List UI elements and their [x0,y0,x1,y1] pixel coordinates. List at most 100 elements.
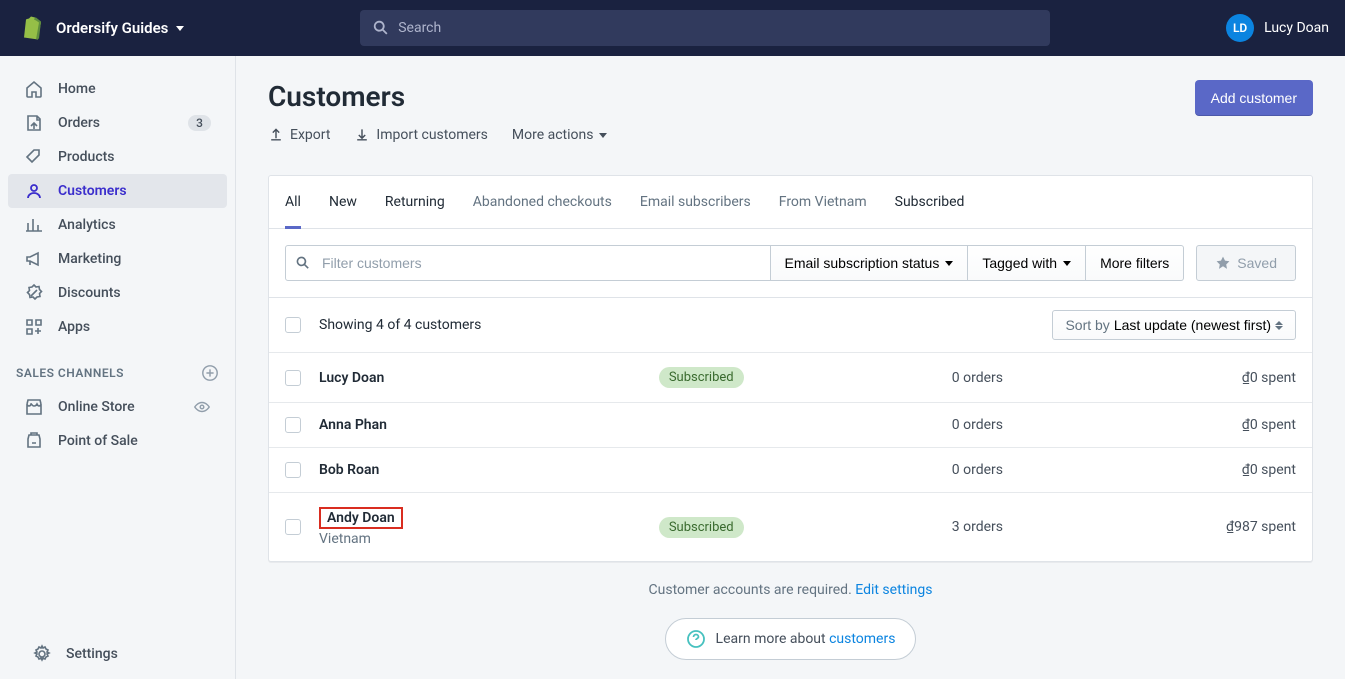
sidebar-item-discounts[interactable]: Discounts [8,276,227,310]
row-checkbox[interactable] [285,417,301,433]
sidebar-item-label: Home [58,81,96,97]
highlighted-name: Andy Doan [319,507,403,529]
store-icon [24,397,44,417]
subscribed-badge: Subscribed [659,517,744,538]
spent-amount: ₫987 spent [1084,519,1296,535]
sort-button[interactable]: Sort by Last update (newest first) [1052,310,1296,340]
search-placeholder: Search [398,20,441,36]
sidebar: Home Orders 3 Products Customers Analyti… [0,56,236,679]
sort-arrows-icon [1275,321,1283,330]
customer-location: Vietnam [319,531,659,547]
customer-row[interactable]: Bob Roan0 orders₫0 spent [269,447,1312,492]
tagged-filter[interactable]: Tagged with [968,245,1086,281]
sidebar-item-orders[interactable]: Orders 3 [8,106,227,140]
tab-abandoned[interactable]: Abandoned checkouts [473,176,612,228]
help-icon [686,629,706,649]
tab-email-subs[interactable]: Email subscribers [640,176,751,228]
orders-icon [24,113,44,133]
search-icon [372,19,390,37]
spent-amount: ₫0 spent [1084,370,1296,386]
search-icon [295,255,311,271]
more-actions-button[interactable]: More actions [512,127,608,143]
add-customer-button[interactable]: Add customer [1195,80,1313,116]
sidebar-item-analytics[interactable]: Analytics [8,208,227,242]
chevron-down-icon [176,26,184,31]
topbar: Ordersify Guides Search LD Lucy Doan [0,0,1345,56]
user-menu[interactable]: LD Lucy Doan [1226,14,1329,42]
tab-from-vietnam[interactable]: From Vietnam [779,176,867,228]
sidebar-item-pos[interactable]: Point of Sale [8,424,227,458]
customer-name[interactable]: Anna Phan [319,417,659,433]
showing-text: Showing 4 of 4 customers [319,317,481,333]
customer-name[interactable]: Lucy Doan [319,370,659,386]
customer-row[interactable]: Anna Phan0 orders₫0 spent [269,402,1312,447]
filter-customers-input[interactable] [285,245,771,281]
global-search[interactable]: Search [360,10,1050,46]
products-icon [24,147,44,167]
sidebar-item-label: Point of Sale [58,433,138,449]
import-icon [354,127,370,143]
customer-name[interactable]: Andy Doan [327,510,395,526]
add-channel-icon[interactable] [201,364,219,382]
footer-note: Customer accounts are required. Edit set… [268,562,1313,618]
sidebar-item-label: Customers [58,183,127,199]
customers-card: All New Returning Abandoned checkouts Em… [268,175,1313,562]
saved-button[interactable]: Saved [1196,245,1296,281]
customers-icon [24,181,44,201]
store-name-label: Ordersify Guides [56,19,168,37]
import-button[interactable]: Import customers [354,127,487,143]
customer-row[interactable]: Lucy DoanSubscribed 0 orders₫0 spent [269,352,1312,402]
user-name-label: Lucy Doan [1264,20,1329,36]
row-checkbox[interactable] [285,462,301,478]
main-content: Customers Export Import customers More a… [236,56,1345,679]
sidebar-item-home[interactable]: Home [8,72,227,106]
sidebar-item-label: Products [58,149,115,165]
edit-settings-link[interactable]: Edit settings [855,582,932,598]
customer-name[interactable]: Bob Roan [319,462,659,478]
sidebar-item-settings[interactable]: Settings [16,637,219,671]
sidebar-item-label: Marketing [58,251,121,267]
tab-new[interactable]: New [329,176,357,228]
pos-icon [24,431,44,451]
export-button[interactable]: Export [268,127,330,143]
tabs: All New Returning Abandoned checkouts Em… [269,176,1312,229]
sidebar-item-marketing[interactable]: Marketing [8,242,227,276]
tab-all[interactable]: All [285,176,301,228]
sidebar-item-label: Analytics [58,217,116,233]
sidebar-item-label: Orders [58,115,100,131]
sidebar-item-label: Online Store [58,399,135,415]
store-switcher[interactable]: Ordersify Guides [56,19,184,37]
more-filters-button[interactable]: More filters [1086,245,1184,281]
sidebar-item-online-store[interactable]: Online Store [8,390,227,424]
star-icon [1215,255,1231,271]
sidebar-item-apps[interactable]: Apps [8,310,227,344]
orders-count: 0 orders [871,462,1083,478]
learn-more-link[interactable]: customers [829,631,895,647]
chevron-down-icon [599,133,607,138]
chevron-down-icon [945,261,953,266]
eye-icon[interactable] [193,398,211,416]
shopify-logo-icon [16,14,44,42]
orders-badge: 3 [188,115,211,131]
home-icon [24,79,44,99]
subscribed-badge: Subscribed [659,367,744,388]
marketing-icon [24,249,44,269]
gear-icon [32,644,52,664]
analytics-icon [24,215,44,235]
sidebar-item-label: Settings [66,646,118,662]
sales-channels-heading: SALES CHANNELS [0,344,235,390]
chevron-down-icon [1063,261,1071,266]
customer-row[interactable]: Andy DoanVietnamSubscribed3 orders₫987 s… [269,492,1312,561]
list-header: Showing 4 of 4 customers Sort by Last up… [269,297,1312,352]
tab-returning[interactable]: Returning [385,176,445,228]
learn-more-pill[interactable]: Learn more about customers [665,618,917,660]
email-status-filter[interactable]: Email subscription status [771,245,969,281]
select-all-checkbox[interactable] [285,317,301,333]
tab-subscribed[interactable]: Subscribed [895,176,965,228]
sidebar-item-products[interactable]: Products [8,140,227,174]
sidebar-item-customers[interactable]: Customers [8,174,227,208]
row-checkbox[interactable] [285,519,301,535]
row-checkbox[interactable] [285,370,301,386]
orders-count: 0 orders [871,370,1083,386]
orders-count: 0 orders [871,417,1083,433]
